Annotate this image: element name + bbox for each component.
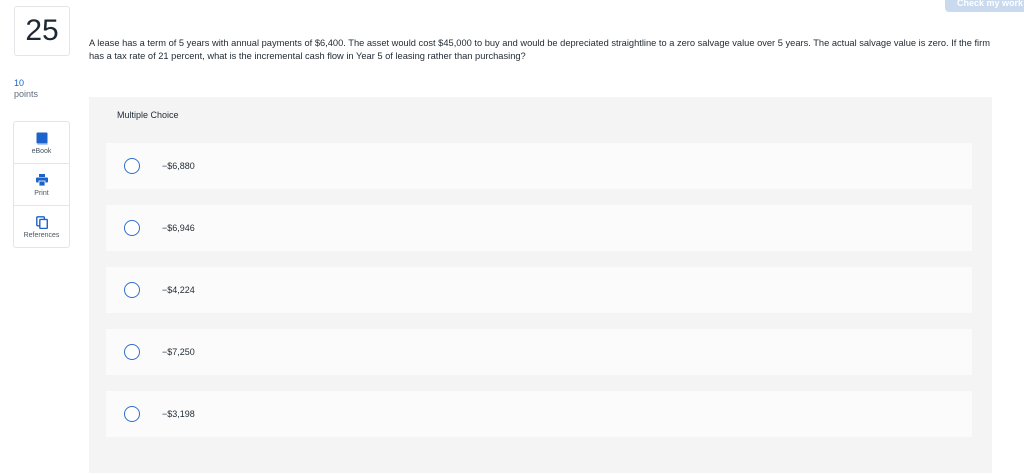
- points-label: points: [14, 89, 39, 99]
- ebook-button[interactable]: eBook: [14, 122, 69, 164]
- answer-option-text: −$4,224: [162, 285, 195, 295]
- tools-panel: eBook Print References: [13, 121, 70, 248]
- radio-button[interactable]: [124, 158, 140, 174]
- printer-icon: [35, 173, 48, 188]
- answer-option-5[interactable]: −$3,198: [106, 391, 972, 437]
- references-icon: [35, 215, 48, 230]
- check-my-work-button[interactable]: Check my work: [945, 0, 1024, 12]
- radio-button[interactable]: [124, 344, 140, 360]
- radio-button[interactable]: [124, 282, 140, 298]
- points-value: 10: [14, 78, 25, 88]
- multiple-choice-panel: Multiple Choice −$6,880 −$6,946 −$4,224 …: [89, 97, 992, 473]
- points-block: 10 points: [14, 78, 38, 100]
- references-button[interactable]: References: [14, 206, 69, 248]
- answer-option-2[interactable]: −$6,946: [106, 205, 972, 251]
- radio-button[interactable]: [124, 406, 140, 422]
- references-label: References: [23, 232, 60, 239]
- ebook-label: eBook: [31, 147, 52, 155]
- print-label: Print: [34, 189, 49, 197]
- question-text: A lease has a term of 5 years with annua…: [89, 38, 990, 61]
- radio-button[interactable]: [124, 220, 140, 236]
- question-number: 25: [14, 6, 70, 56]
- answer-option-1[interactable]: −$6,880: [106, 143, 972, 189]
- multiple-choice-header: Multiple Choice: [117, 109, 179, 120]
- book-icon: [36, 131, 48, 146]
- answer-option-3[interactable]: −$4,224: [106, 267, 972, 313]
- answer-option-text: −$3,198: [162, 409, 195, 419]
- print-button[interactable]: Print: [14, 164, 69, 206]
- answer-option-text: −$6,880: [162, 161, 195, 171]
- answer-option-4[interactable]: −$7,250: [106, 329, 972, 375]
- answer-option-text: −$7,250: [162, 347, 195, 357]
- answer-option-text: −$6,946: [162, 223, 195, 233]
